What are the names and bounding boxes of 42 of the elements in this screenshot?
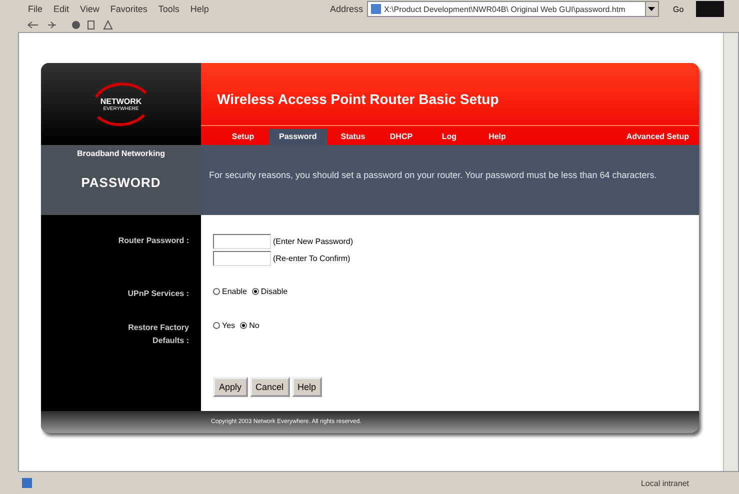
zone-text: Local intranet — [640, 478, 689, 488]
intro-text: For security reasons, you should set a password on your router. Your password must be less than 64 characters. — [209, 170, 657, 180]
form-button[interactable]: Cancel — [250, 377, 290, 398]
radio-button[interactable] — [252, 288, 259, 295]
menu-item[interactable]: Edit — [54, 4, 70, 14]
scrollbar[interactable] — [723, 33, 738, 471]
address-label: Address — [330, 4, 363, 14]
password-field[interactable] — [213, 234, 271, 249]
page-icon — [370, 4, 381, 14]
menu-item[interactable]: View — [80, 4, 100, 14]
nav-tab[interactable]: DHCP — [379, 129, 424, 145]
field-hint: (Enter New Password) — [273, 237, 354, 246]
section-caption: Broadband Networking — [76, 149, 165, 158]
form-button[interactable]: Apply — [213, 377, 248, 398]
menu-item[interactable]: Favorites — [110, 4, 148, 14]
nav-tab[interactable]: Password — [269, 129, 327, 145]
radio-label: Disable — [260, 287, 288, 296]
field-label: Restore Factory Defaults : — [127, 322, 189, 347]
form-button[interactable]: Help — [292, 377, 322, 398]
go-button[interactable]: Go — [666, 4, 690, 14]
nav-tab[interactable]: Status — [330, 129, 376, 145]
menu-item[interactable]: Help — [190, 4, 209, 14]
page-title: Wireless Access Point Router Basic Setup — [216, 90, 500, 109]
section-title: PASSWORD — [81, 175, 161, 190]
radio-label: No — [249, 320, 260, 330]
radio-label: Enable — [222, 287, 247, 296]
password-field[interactable] — [213, 251, 271, 266]
field-hint: (Re-enter To Confirm) — [273, 254, 350, 263]
menu-item[interactable]: File — [28, 4, 43, 14]
radio-button[interactable] — [213, 288, 220, 295]
page-icon — [22, 478, 32, 488]
menu-item[interactable]: Tools — [158, 4, 180, 14]
field-label: Router Password : — [118, 236, 189, 245]
radio-button[interactable] — [213, 322, 220, 329]
radio-label: Yes — [222, 320, 236, 330]
nav-tab[interactable]: Setup — [221, 129, 265, 145]
advanced-setup-link[interactable]: Advanced Setup — [616, 129, 699, 145]
nav-tab[interactable]: Help — [475, 129, 520, 145]
field-label: UPnP Services : — [126, 288, 189, 300]
radio-button[interactable] — [240, 322, 248, 329]
address-field[interactable]: X:\Product Development\NWR04B\ Original Web GUI\password.htm — [366, 1, 659, 17]
nav-tab[interactable]: Log — [427, 129, 472, 145]
